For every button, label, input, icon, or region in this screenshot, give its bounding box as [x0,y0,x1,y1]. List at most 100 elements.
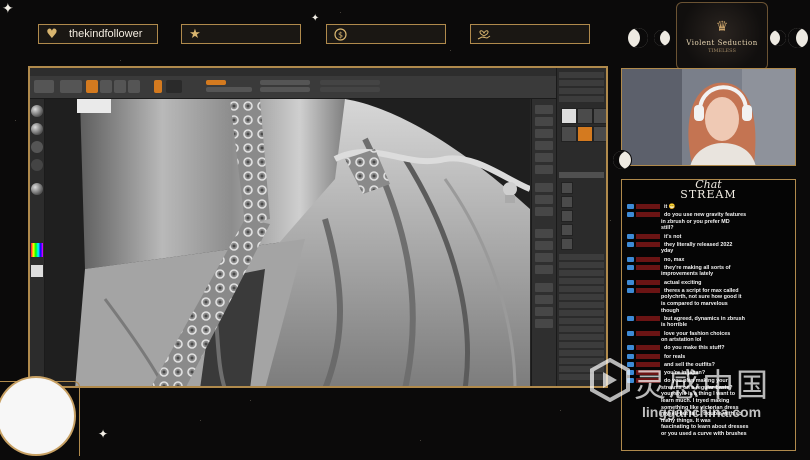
draw-size-slider[interactable] [206,87,252,92]
scale-mode-button[interactable] [114,80,126,93]
chat-text: love your fashion choices [664,330,731,337]
scale-button[interactable] [535,253,553,262]
zadd-button[interactable] [154,80,162,93]
palette-row[interactable] [559,262,604,268]
sparkle-decoration: ✦ [2,1,14,17]
palette-row[interactable] [559,326,604,332]
brush-icon[interactable] [31,105,43,117]
tool-thumbnail[interactable] [561,126,577,142]
sculpt-viewport[interactable] [45,99,530,386]
toolbar-button[interactable] [60,80,82,93]
focal-shift-slider[interactable] [260,80,310,85]
tool-thumbnail[interactable] [561,108,577,124]
floor-button[interactable] [535,195,553,204]
chat-username[interactable] [636,330,660,336]
palette-row[interactable] [559,350,604,356]
chat-message: they literally released 2022 yday [627,242,791,255]
spix-button[interactable] [535,117,553,126]
solo-button[interactable] [535,307,553,316]
palette-row[interactable] [559,72,604,78]
chat-text: theres a script for max called [664,287,739,294]
subtool-icon[interactable] [561,182,573,194]
subscriber-widget: ★ [181,24,301,44]
bpr-button[interactable] [535,105,553,114]
chat-username[interactable] [636,204,660,210]
palette-row[interactable] [559,334,604,340]
subscriber-badge-icon [627,345,634,351]
texture-icon[interactable] [31,159,43,171]
palette-row[interactable] [559,278,604,284]
rgb-button[interactable] [206,80,226,85]
subscriber-badge-icon [627,315,634,321]
toolbar-button[interactable] [34,80,54,93]
xpose-button[interactable] [535,319,553,328]
stroke-icon[interactable] [31,123,43,135]
chat-username[interactable] [636,345,660,351]
palette-row[interactable] [559,286,604,292]
watermark-url: lingganchina.com [642,404,762,420]
z-intensity-slider[interactable] [260,87,310,92]
tool-palette [556,68,606,386]
aahalf-button[interactable] [535,165,553,174]
move-button[interactable] [535,241,553,250]
tool-thumbnail[interactable] [577,126,593,142]
palette-row[interactable] [559,294,604,300]
chat-username[interactable] [636,264,660,270]
chat-text-continuation: on artstation lol [661,337,702,344]
webcam-image [622,69,795,165]
follower-widget: ♥ thekindfollower [38,24,158,44]
palette-row[interactable] [559,342,604,348]
chat-text-continuation: improvements lately [661,271,714,278]
palette-row[interactable] [559,310,604,316]
chat-username[interactable] [636,241,660,247]
local-button[interactable] [535,207,553,216]
chat-username[interactable] [636,256,660,262]
move-mode-button[interactable] [100,80,112,93]
subtool-icon[interactable] [561,238,573,250]
alpha-icon[interactable] [31,141,43,153]
draw-mode-button[interactable] [86,80,98,93]
crown-icon: ♛ [715,18,729,35]
tool-thumbnail[interactable] [593,108,606,124]
subscriber-badge-icon [627,233,634,239]
moon-icon [770,30,786,46]
subscriber-badge-icon [627,264,634,270]
chat-username[interactable] [636,233,660,239]
transp-button[interactable] [535,295,553,304]
foreground-color[interactable] [31,265,43,277]
frame-button[interactable] [535,229,553,238]
persp-button[interactable] [535,183,553,192]
palette-row[interactable] [559,80,604,86]
palette-row[interactable] [559,88,604,94]
subtool-icon[interactable] [561,224,573,236]
chat-username[interactable] [636,212,660,218]
palette-row[interactable] [559,270,604,276]
tool-thumbnail[interactable] [593,126,606,142]
palette-row[interactable] [559,302,604,308]
scroll-button[interactable] [535,129,553,138]
subtool-icon[interactable] [561,196,573,208]
chat-username[interactable] [636,315,660,321]
rotate-button[interactable] [535,265,553,274]
subtool-header[interactable] [559,172,604,178]
subscriber-badge-icon [627,287,634,293]
polyf-button[interactable] [535,283,553,292]
brush-preview[interactable] [166,80,182,93]
rotate-mode-button[interactable] [128,80,140,93]
palette-row[interactable] [559,318,604,324]
chat-text: do you use new gravity features [664,212,747,219]
chat-username[interactable] [636,287,660,293]
color-picker[interactable] [31,243,43,257]
chat-username[interactable] [636,279,660,285]
hand-heart-icon [471,25,497,43]
tool-thumbnail[interactable] [577,108,593,124]
zoom-button[interactable] [535,141,553,150]
subtool-icon[interactable] [561,210,573,222]
actual-button[interactable] [535,153,553,162]
chat-message: no, max [627,257,791,264]
chat-message: do you use new gravity features in zbrush… [627,212,791,232]
palette-row[interactable] [559,254,604,260]
material-icon[interactable] [31,183,43,195]
chat-message: love your fashion choices on artstation l… [627,331,791,344]
palette-row[interactable] [559,96,604,102]
